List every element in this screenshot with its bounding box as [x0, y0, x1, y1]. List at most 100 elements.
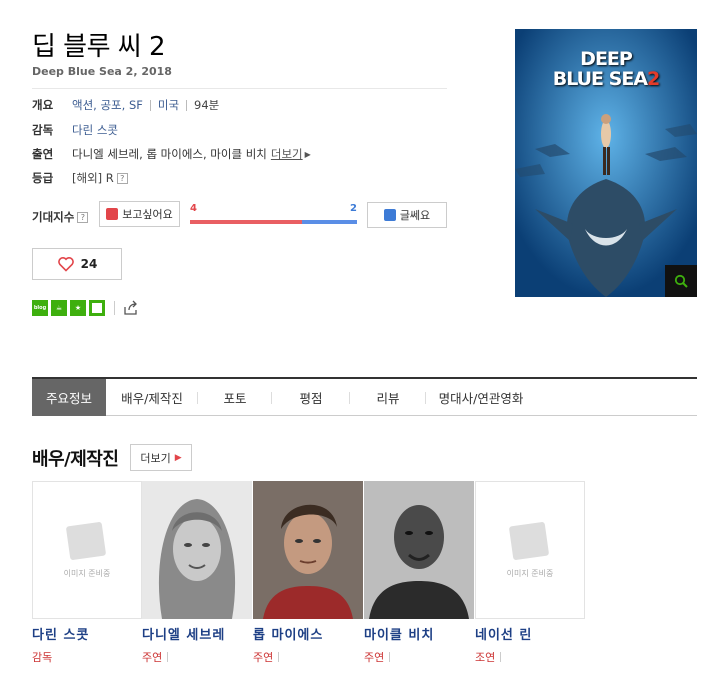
expectation-gauge-fill: [190, 220, 302, 224]
poster-title-text: BLUE SEA: [552, 68, 648, 90]
no-image-placeholder: 이미지 준비중: [475, 481, 585, 619]
thumbs-up-icon: [106, 208, 119, 220]
cast-role-row: 주연: [364, 649, 474, 665]
actor-photo-image: [253, 481, 363, 619]
cast-name[interactable]: 다니엘 세브레: [142, 624, 252, 643]
no-image-text: 이미지 준비중: [506, 569, 554, 578]
thumbs-down-icon: [383, 209, 396, 221]
share-icon[interactable]: [123, 300, 139, 316]
not-sure-button[interactable]: 글쎄요: [367, 202, 447, 228]
divider: [186, 99, 188, 111]
person-placeholder-icon: [65, 521, 107, 561]
rating-row: 등급 [해외] R ?: [32, 170, 128, 186]
rating-value: [해외] R: [72, 171, 114, 185]
more-button-label: 더보기: [140, 451, 171, 465]
no-image-text: 이미지 준비중: [63, 569, 111, 578]
no-image-placeholder: 이미지 준비중: [32, 481, 142, 619]
like-count: 24: [80, 257, 98, 271]
cast-role: 조연: [475, 651, 496, 664]
poster-zoom-button[interactable]: [665, 265, 697, 297]
cast-photo[interactable]: [142, 481, 252, 619]
cast-card[interactable]: 이미지 준비중 네이선 린 조연: [475, 481, 585, 665]
overview-row: 개요 액션, 공포, SF 미국 94분: [32, 97, 219, 113]
movie-subtitle: Deep Blue Sea 2, 2018: [32, 65, 172, 78]
actor-photo-image: [364, 481, 474, 619]
divider: [500, 652, 502, 662]
cafe-share-icon[interactable]: ☕: [51, 300, 67, 316]
divider: [149, 99, 151, 111]
cast-card[interactable]: 다니엘 세브레 주연: [142, 481, 252, 665]
no-count: 2: [350, 203, 357, 214]
poster-title-line2: BLUE SEA2: [515, 69, 697, 89]
cast-section-title: 배우/제작진: [32, 449, 119, 470]
tab-quotes-related[interactable]: 명대사/연관영화: [426, 379, 536, 416]
tab-label: 명대사/연관영화: [438, 391, 524, 406]
memo-share-icon[interactable]: [89, 300, 105, 316]
director-label: 감독: [32, 123, 54, 137]
poster-title-number: 2: [647, 68, 660, 90]
blog-share-icon[interactable]: blog: [32, 300, 48, 316]
genres-link[interactable]: 액션, 공포, SF: [72, 97, 143, 113]
runtime: 94분: [194, 98, 220, 112]
actor-photo-image: [142, 481, 252, 619]
director-link[interactable]: 다린 스콧: [72, 122, 118, 138]
expectation-label-group: 기대지수 ?: [32, 209, 89, 225]
tab-label: 포토: [223, 391, 247, 406]
divider: [114, 301, 115, 315]
movie-poster[interactable]: DEEP BLUE SEA2: [515, 29, 697, 297]
not-sure-label: 글쎄요: [399, 209, 431, 222]
help-icon[interactable]: ?: [116, 172, 128, 184]
cast-photo[interactable]: [253, 481, 363, 619]
cast-role: 주연: [364, 651, 385, 664]
cast-name[interactable]: 네이선 린: [475, 624, 585, 643]
tab-label: 평점: [299, 391, 323, 406]
want-count: 4: [190, 203, 197, 214]
cast-card[interactable]: 이미지 준비중 다린 스콧 감독: [32, 481, 142, 665]
poster-title-line1: DEEP: [580, 48, 633, 70]
bookmark-star-icon[interactable]: ★: [70, 300, 86, 316]
share-bar: blog ☕ ★: [32, 300, 139, 316]
cast-role-row: 조연: [475, 649, 585, 665]
overview-label: 개요: [32, 98, 54, 112]
divider: [32, 88, 447, 89]
magnifier-icon: [674, 274, 688, 288]
want-to-see-label: 보고싶어요: [122, 208, 173, 221]
cast-label: 출연: [32, 147, 54, 161]
chevron-right-icon: ▶: [174, 452, 182, 463]
cast-role-row: 주연: [142, 649, 252, 665]
cast-name[interactable]: 다린 스콧: [32, 624, 142, 643]
tab-rating[interactable]: 평점: [272, 379, 350, 416]
tab-cast-crew[interactable]: 배우/제작진: [106, 379, 198, 416]
cast-role: 감독: [32, 651, 53, 664]
cast-role: 주연: [142, 651, 163, 664]
cast-photo[interactable]: [364, 481, 474, 619]
person-placeholder-icon: [508, 521, 550, 561]
divider: [278, 652, 280, 662]
tab-photo[interactable]: 포토: [198, 379, 272, 416]
tab-label: 배우/제작진: [121, 391, 183, 406]
cast-name[interactable]: 롭 마이에스: [253, 624, 363, 643]
cast-more-button[interactable]: 더보기 ▶: [130, 444, 192, 471]
tab-main-info[interactable]: 주요정보: [32, 379, 106, 416]
tab-label: 리뷰: [376, 391, 400, 406]
cast-card[interactable]: 마이클 비치 주연: [364, 481, 474, 665]
cast-links[interactable]: 다니엘 세브레, 롭 마이에스, 마이클 비치: [72, 146, 267, 162]
want-to-see-button[interactable]: 보고싶어요: [99, 201, 180, 227]
cast-card[interactable]: 롭 마이에스 주연: [253, 481, 363, 665]
tab-bar: 주요정보 배우/제작진 포토 평점 리뷰 명대사/연관영화: [32, 377, 697, 416]
rating-label: 등급: [32, 171, 54, 185]
cast-role-row: 주연: [253, 649, 363, 665]
cast-row: 출연 다니엘 세브레, 롭 마이에스, 마이클 비치 더보기 ▶: [32, 146, 311, 162]
divider: [389, 652, 391, 662]
tab-review[interactable]: 리뷰: [350, 379, 426, 416]
expectation-gauge: [190, 220, 357, 224]
cast-more-link[interactable]: 더보기: [271, 146, 303, 162]
country-link[interactable]: 미국: [158, 97, 179, 113]
cast-role-row: 감독: [32, 649, 142, 665]
chevron-right-icon: ▶: [304, 149, 311, 159]
help-icon[interactable]: ?: [77, 211, 89, 223]
like-button[interactable]: 24: [32, 248, 122, 280]
cast-name[interactable]: 마이클 비치: [364, 624, 474, 643]
tab-label: 주요정보: [45, 391, 92, 406]
movie-title: 딥 블루 씨 2: [32, 32, 166, 62]
